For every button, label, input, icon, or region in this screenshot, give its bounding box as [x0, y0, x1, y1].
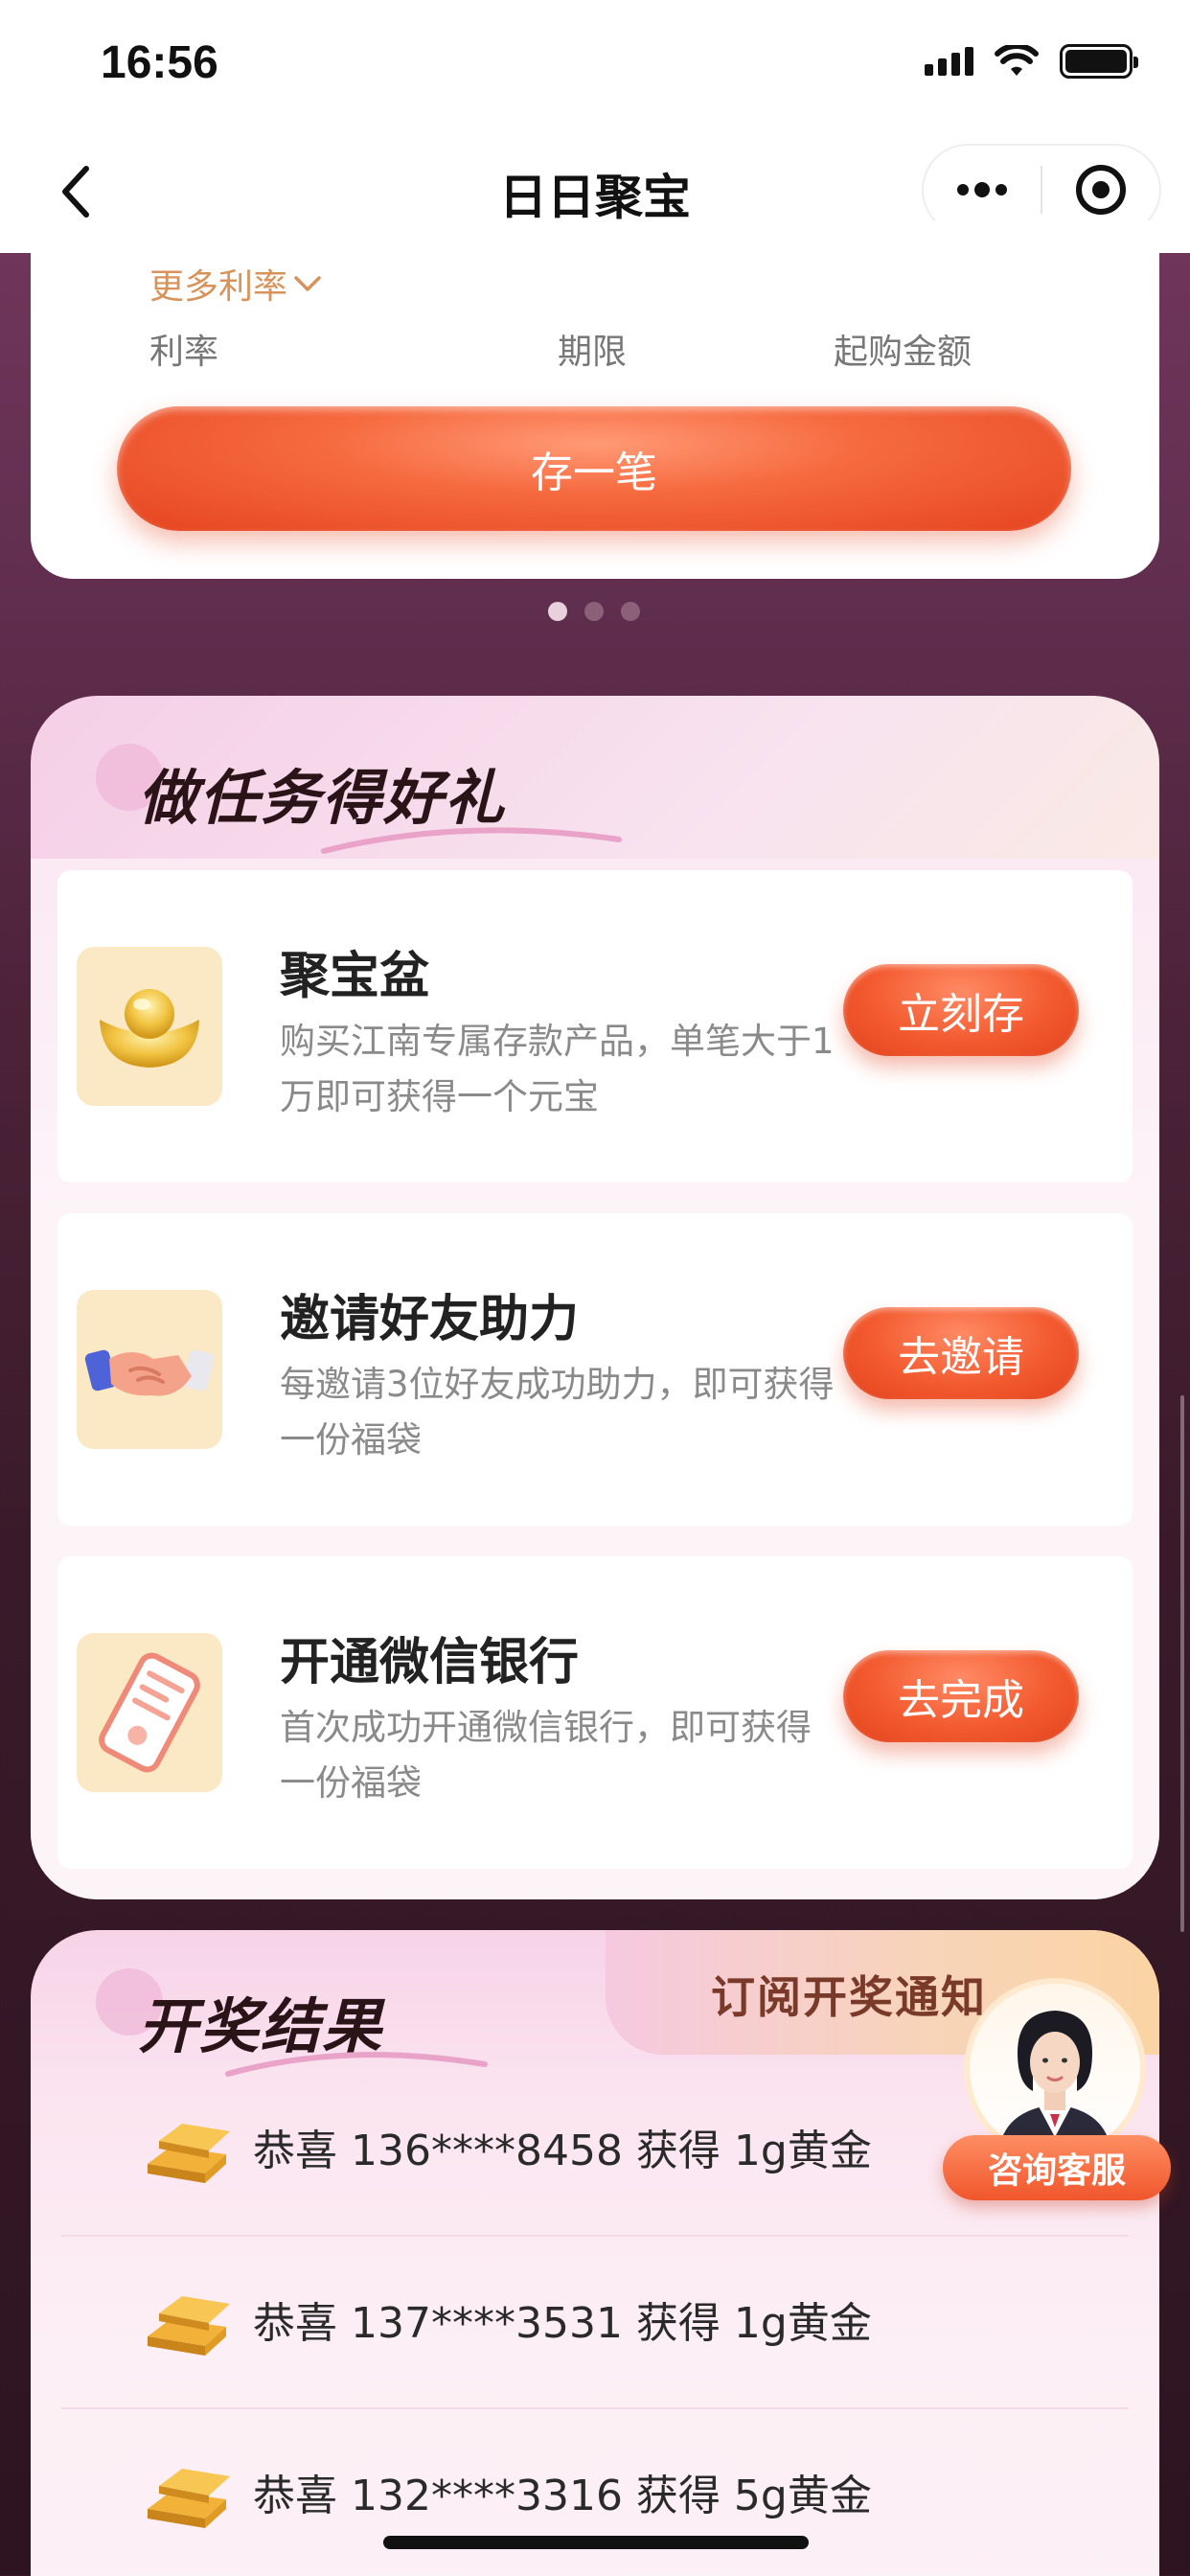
invite-button[interactable]: 去邀请	[843, 1307, 1079, 1399]
winner-text: 恭喜 132****3316 获得 5g黄金	[253, 2472, 872, 2520]
more-rates-label: 更多利率	[149, 267, 288, 307]
task-title: 开通微信银行	[280, 1634, 580, 1691]
more-dots-icon	[957, 182, 1007, 197]
pager-dot-active[interactable]	[548, 602, 567, 621]
task-item-jubaopen: 聚宝盆 购买江南专属存款产品，单笔大于1万即可获得一个元宝 立刻存	[57, 870, 1133, 1183]
home-indicator[interactable]	[383, 2536, 809, 2549]
customer-service-widget[interactable]: 咨询客服	[943, 1978, 1177, 2208]
header-term: 期限	[558, 333, 628, 372]
task-icon-box	[77, 1633, 222, 1792]
task-icon-box	[77, 947, 222, 1106]
carousel-pager	[548, 602, 640, 621]
phone-card-icon	[99, 1652, 200, 1773]
service-agent-avatar	[964, 1978, 1146, 2160]
consult-service-button[interactable]: 咨询客服	[943, 2135, 1171, 2200]
winner-row: 恭喜 137****3531 获得 1g黄金	[61, 2237, 1129, 2409]
pager-dot[interactable]	[621, 602, 640, 621]
task-desc: 每邀请3位好友成功助力，即可获得一份福袋	[280, 1364, 835, 1460]
complete-button[interactable]: 去完成	[843, 1650, 1079, 1742]
status-icons	[925, 44, 1138, 79]
task-desc: 购买江南专属存款产品，单笔大于1万即可获得一个元宝	[280, 1021, 835, 1117]
header-min-amount: 起购金额	[834, 333, 973, 372]
cellular-signal-icon	[925, 47, 973, 76]
more-rates-link[interactable]: 更多利率	[149, 259, 322, 309]
task-title: 邀请好友助力	[280, 1291, 580, 1348]
winner-text: 恭喜 137****3531 获得 1g黄金	[253, 2299, 872, 2348]
deposit-button[interactable]: 存一笔	[117, 406, 1071, 531]
battery-icon	[1060, 44, 1138, 79]
scrollbar[interactable]	[1180, 1395, 1184, 1932]
task-desc: 首次成功开通微信银行，即可获得一份福袋	[280, 1707, 812, 1804]
gold-bar-icon	[148, 2296, 230, 2356]
gold-bar-icon	[148, 2124, 230, 2183]
winner-text: 恭喜 136****8458 获得 1g黄金	[253, 2127, 872, 2175]
task-item-wechat-bank: 开通微信银行 首次成功开通微信银行，即可获得一份福袋 去完成	[57, 1556, 1133, 1869]
deposit-card: 更多利率 利率 期限 起购金额 存一笔	[31, 220, 1159, 579]
pager-dot[interactable]	[584, 602, 604, 621]
task-item-invite: 邀请好友助力 每邀请3位好友成功助力，即可获得一份福袋 去邀请	[57, 1213, 1133, 1526]
agent-portrait-icon	[998, 2011, 1111, 2154]
status-time: 16:56	[101, 37, 218, 88]
header-rate: 利率	[149, 333, 219, 372]
gold-bar-icon	[148, 2469, 230, 2528]
deposit-now-button[interactable]: 立刻存	[843, 964, 1079, 1056]
gold-ingot-icon	[100, 989, 199, 1068]
task-icon-box	[77, 1290, 222, 1449]
task-section: 做任务得好礼 聚宝盆 购买江南专属存款产品，单笔大于1万即可获得一个元宝 立刻存	[31, 696, 1159, 1899]
status-bar: 16:56	[0, 0, 1190, 125]
title-underline-swoosh	[321, 827, 622, 854]
wifi-icon	[995, 45, 1039, 76]
task-title: 聚宝盆	[280, 948, 430, 1005]
handshake-icon	[84, 1349, 215, 1396]
winner-row: 恭喜 132****3316 获得 5g黄金	[61, 2409, 1129, 2576]
target-icon	[1076, 165, 1126, 215]
chevron-down-icon	[294, 276, 321, 291]
